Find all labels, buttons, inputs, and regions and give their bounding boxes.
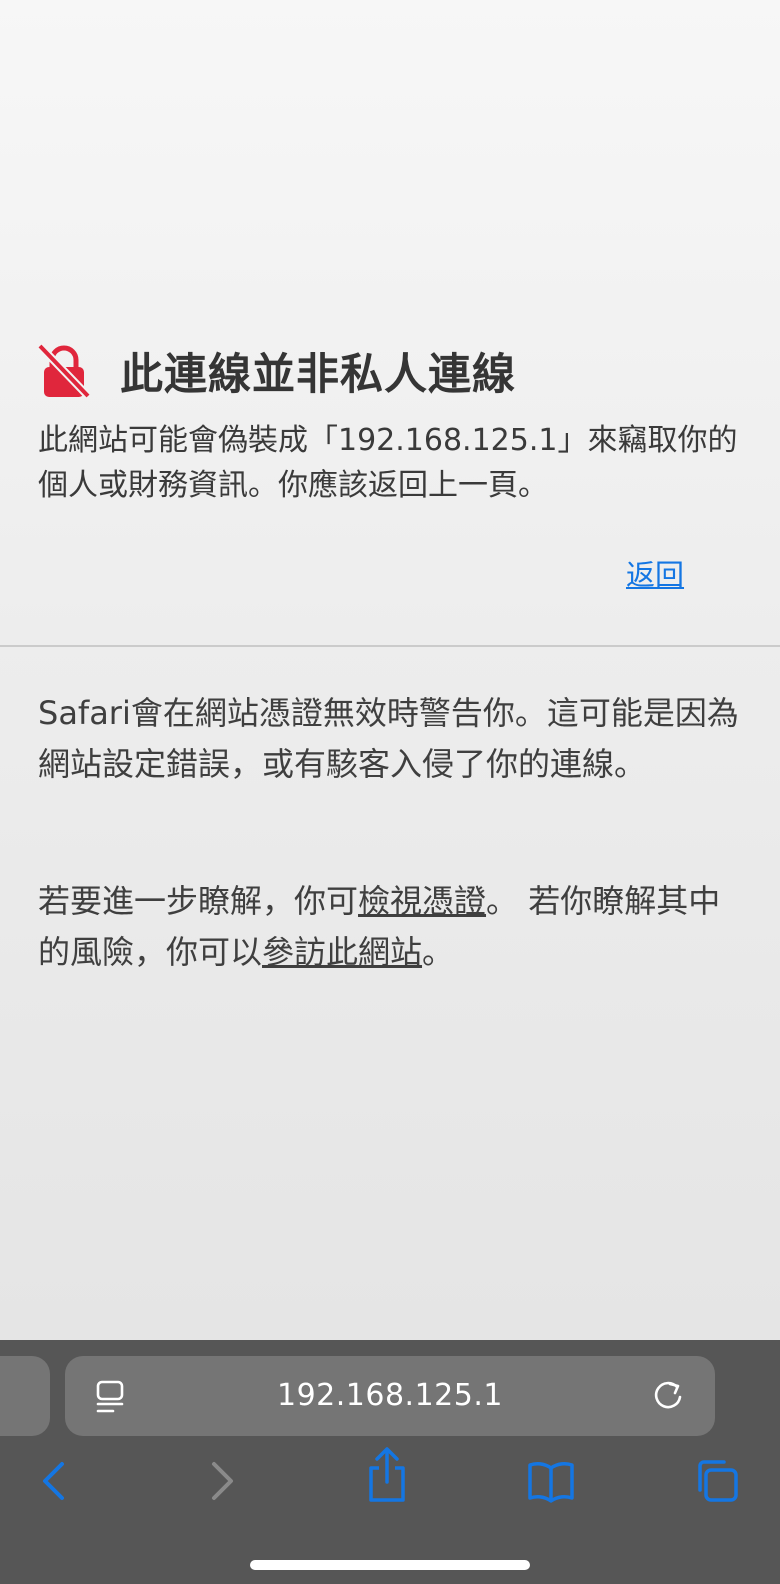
tabs-icon[interactable] xyxy=(692,1456,742,1506)
warning-header: 此連線並非私人連線 xyxy=(38,340,738,402)
learn-more-prefix: 若要進一步瞭解，你可 xyxy=(38,882,359,920)
certificate-explanation: Safari會在網站憑證無效時警告你。這可能是因為網站設定錯誤，或有駭客入侵了你… xyxy=(38,694,739,783)
page-title: 此連線並非私人連線 xyxy=(120,350,516,400)
back-link[interactable]: 返回 xyxy=(626,552,684,594)
chevron-left-icon[interactable] xyxy=(30,1456,80,1506)
learn-more-suffix: 。 xyxy=(422,933,455,971)
divider xyxy=(0,645,780,647)
reload-icon[interactable] xyxy=(651,1379,685,1413)
previous-tab-preview[interactable] xyxy=(0,1356,50,1436)
url-text: 192.168.125.1 xyxy=(277,1378,503,1413)
address-bar[interactable]: 192.168.125.1 xyxy=(65,1356,715,1436)
visit-site-link[interactable]: 參訪此網站 xyxy=(262,933,422,971)
share-icon[interactable] xyxy=(362,1446,412,1504)
safari-warning-page: 此連線並非私人連線 此網站可能會偽裝成「192.168.125.1」來竊取你的個… xyxy=(0,0,780,1584)
browser-toolbar: 192.168.125.1 xyxy=(0,1340,780,1584)
book-icon[interactable] xyxy=(526,1456,576,1506)
lock-slash-icon xyxy=(38,343,90,399)
learn-more-paragraph: 若要進一步瞭解，你可檢視憑證。 若你瞭解其中的風險，你可以參訪此網站。 xyxy=(38,876,744,978)
view-certificate-link[interactable]: 檢視憑證 xyxy=(358,882,486,920)
warning-description: 此網站可能會偽裝成「192.168.125.1」來竊取你的個人或財務資訊。你應該… xyxy=(38,423,738,503)
chevron-right-icon[interactable] xyxy=(196,1456,246,1506)
home-indicator[interactable] xyxy=(250,1560,530,1570)
